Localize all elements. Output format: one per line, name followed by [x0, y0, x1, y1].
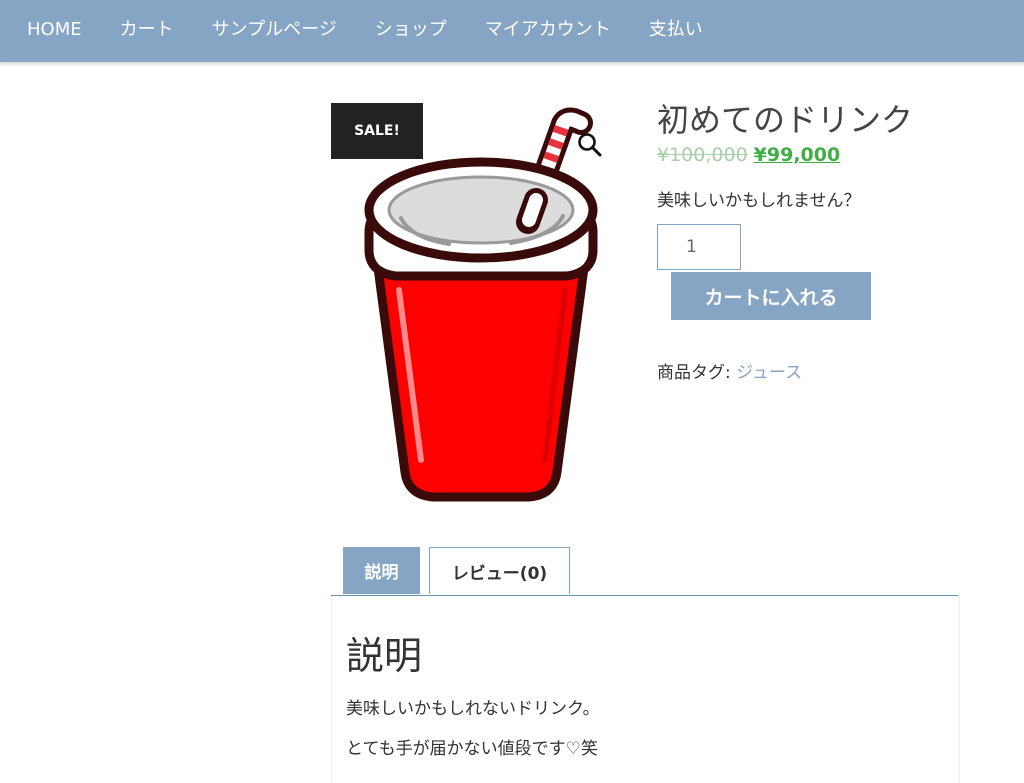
nav-item-home[interactable]: HOME: [0, 0, 101, 60]
description-text-2: とても手が届かない値段です♡笑: [346, 739, 598, 759]
tab-description[interactable]: 説明: [343, 547, 420, 594]
tags-label: 商品タグ:: [657, 363, 731, 383]
product-summary: 初めてのドリンク ¥100,000 ¥99,000 美味しいかもしれません？: [657, 100, 977, 211]
top-navigation: HOME カート サンプルページ ショップ マイアカウント 支払い: [0, 0, 1024, 62]
price: ¥100,000 ¥99,000: [657, 142, 977, 168]
description-text-1: 美味しいかもしれないドリンク。: [346, 699, 600, 719]
product-tags: 商品タグ: ジュース: [657, 358, 802, 383]
tag-link[interactable]: ジュース: [736, 363, 802, 383]
short-description: 美味しいかもしれません？: [657, 191, 861, 211]
product-title: 初めてのドリンク: [657, 101, 914, 139]
add-to-cart-button[interactable]: カートに入れる: [671, 272, 871, 320]
zoom-icon[interactable]: [576, 131, 604, 159]
nav-menu: HOME カート サンプルページ ショップ マイアカウント 支払い: [0, 0, 1024, 60]
product-tabs: 説明 レビュー(0): [331, 547, 958, 596]
quantity-input[interactable]: [657, 224, 741, 270]
nav-item-cart[interactable]: カート: [101, 0, 193, 60]
product-image-drink-cup[interactable]: [331, 100, 631, 520]
nav-item-checkout[interactable]: 支払い: [630, 0, 722, 60]
tab-reviews[interactable]: レビュー(0): [429, 547, 570, 594]
sale-price: ¥99,000: [753, 144, 841, 166]
regular-price: ¥100,000: [657, 144, 748, 166]
nav-item-my-account[interactable]: マイアカウント: [466, 0, 630, 60]
nav-item-shop[interactable]: ショップ: [356, 0, 466, 60]
sale-badge: SALE!: [331, 103, 423, 159]
nav-item-sample-page[interactable]: サンプルページ: [193, 0, 356, 60]
description-heading: 説明: [346, 634, 423, 678]
